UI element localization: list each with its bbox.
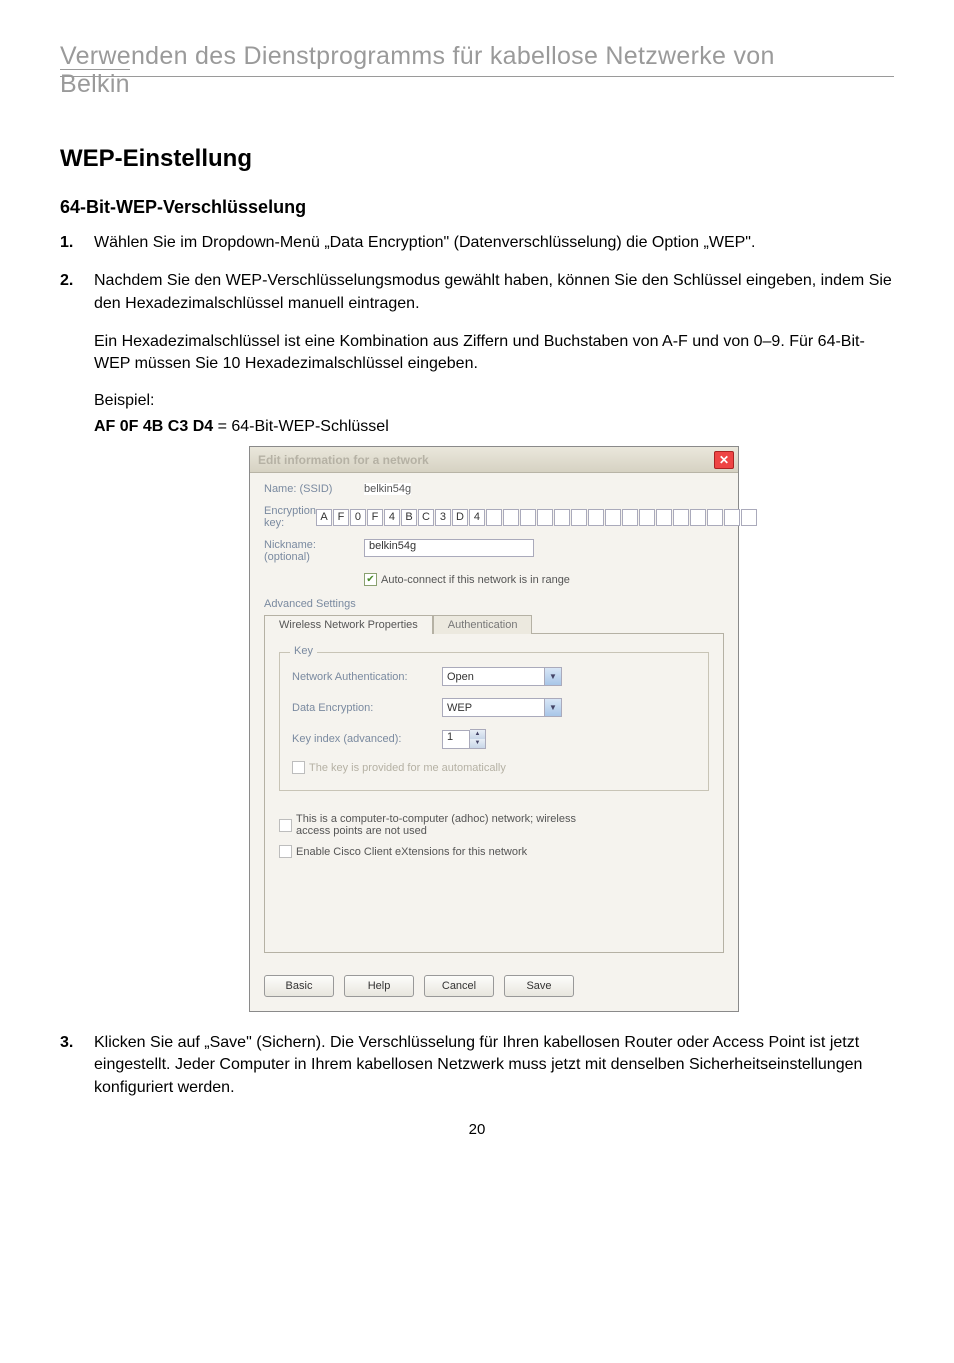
- spinner-up-icon[interactable]: ▲: [470, 730, 485, 739]
- encryption-key-cell[interactable]: [503, 509, 519, 526]
- ssid-label: Name: (SSID): [264, 483, 364, 495]
- nickname-optional: (optional): [264, 551, 310, 563]
- data-encryption-label: Data Encryption:: [292, 702, 442, 714]
- encryption-key-cell[interactable]: C: [418, 509, 434, 526]
- dialog-title: Edit information for a network: [258, 453, 429, 467]
- network-auth-label: Network Authentication:: [292, 671, 442, 683]
- hex-paragraph: Ein Hexadezimalschlüssel ist eine Kombin…: [94, 331, 894, 376]
- encryption-key-cell[interactable]: [605, 509, 621, 526]
- section-heading: WEP-Einstellung: [60, 145, 894, 173]
- network-auth-value: Open: [447, 671, 474, 683]
- encryption-key-cell[interactable]: F: [367, 509, 383, 526]
- dialog-titlebar: Edit information for a network ✕: [250, 447, 738, 473]
- encryption-key-cell[interactable]: D: [452, 509, 468, 526]
- encryption-key-cell[interactable]: A: [316, 509, 332, 526]
- encryption-key-cell[interactable]: [571, 509, 587, 526]
- encryption-key-cell[interactable]: [673, 509, 689, 526]
- key-rest: = 64-Bit-WEP-Schlüssel: [213, 418, 389, 435]
- save-button[interactable]: Save: [504, 975, 574, 997]
- encryption-key-cell[interactable]: [554, 509, 570, 526]
- encryption-key-cell[interactable]: [537, 509, 553, 526]
- encryption-key-cell[interactable]: 0: [350, 509, 366, 526]
- nickname-input[interactable]: belkin54g: [364, 539, 534, 557]
- key-index-spinner[interactable]: 1 ▲ ▼: [442, 729, 486, 749]
- key-group-title: Key: [290, 645, 317, 657]
- adhoc-checkbox[interactable]: [279, 819, 292, 832]
- key-definition: AF 0F 4B C3 D4 = 64-Bit-WEP-Schlüssel: [94, 418, 894, 436]
- key-index-label: Key index (advanced):: [292, 733, 442, 745]
- page-header-sub: Belkin: [60, 69, 130, 99]
- subheading: 64-Bit-WEP-Verschlüsselung: [60, 197, 894, 218]
- encryption-key-cell[interactable]: 4: [384, 509, 400, 526]
- chevron-down-icon: ▼: [544, 668, 561, 685]
- key-group: Key Network Authentication: Open ▼ Data …: [279, 652, 709, 791]
- encryption-key-cell[interactable]: [622, 509, 638, 526]
- autoconnect-label: Auto-connect if this network is in range: [381, 574, 570, 586]
- encryption-key-cell[interactable]: 4: [469, 509, 485, 526]
- step-number-2: 2.: [60, 270, 94, 315]
- edit-network-dialog: Edit information for a network ✕ Name: (…: [249, 446, 739, 1012]
- tab-wireless-properties[interactable]: Wireless Network Properties: [264, 615, 433, 634]
- encryption-key-cell[interactable]: [724, 509, 740, 526]
- chevron-down-icon: ▼: [544, 699, 561, 716]
- encryption-key-cell[interactable]: [588, 509, 604, 526]
- cisco-label: Enable Cisco Client eXtensions for this …: [296, 846, 527, 858]
- adhoc-label: This is a computer-to-computer (adhoc) n…: [296, 813, 606, 837]
- encryption-key-cell[interactable]: [486, 509, 502, 526]
- step-number-3: 3.: [60, 1032, 94, 1099]
- encryption-key-input[interactable]: AF0F4BC3D4: [316, 509, 757, 526]
- header-divider: [60, 76, 894, 77]
- encryption-key-cell[interactable]: [741, 509, 757, 526]
- data-encryption-select[interactable]: WEP ▼: [442, 698, 562, 717]
- example-label: Beispiel:: [94, 390, 894, 412]
- encryption-key-cell[interactable]: F: [333, 509, 349, 526]
- spinner-down-icon[interactable]: ▼: [470, 739, 485, 748]
- step-text-2: Nachdem Sie den WEP-Verschlüsselungsmodu…: [94, 270, 894, 315]
- encryption-key-cell[interactable]: [520, 509, 536, 526]
- key-bold: AF 0F 4B C3 D4: [94, 418, 213, 435]
- page-header-title: Verwenden des Dienstprogramms für kabell…: [60, 40, 894, 74]
- basic-button[interactable]: Basic: [264, 975, 334, 997]
- step-number-1: 1.: [60, 232, 94, 254]
- close-button[interactable]: ✕: [714, 451, 734, 469]
- close-icon: ✕: [719, 453, 729, 467]
- tab-authentication[interactable]: Authentication: [433, 615, 533, 634]
- encryption-key-cell[interactable]: [639, 509, 655, 526]
- cisco-checkbox[interactable]: [279, 845, 292, 858]
- page-number: 20: [60, 1121, 894, 1138]
- autoconnect-checkbox[interactable]: ✔: [364, 573, 377, 586]
- help-button[interactable]: Help: [344, 975, 414, 997]
- cancel-button[interactable]: Cancel: [424, 975, 494, 997]
- encryption-key-cell[interactable]: [707, 509, 723, 526]
- encryption-key-cell[interactable]: B: [401, 509, 417, 526]
- step-text-3: Klicken Sie auf „Save" (Sichern). Die Ve…: [94, 1032, 894, 1099]
- autokey-label: The key is provided for me automatically: [309, 762, 506, 774]
- step-text-1: Wählen Sie im Dropdown-Menü „Data Encryp…: [94, 232, 894, 254]
- encryption-key-cell[interactable]: [656, 509, 672, 526]
- ssid-value: belkin54g: [364, 483, 411, 495]
- autokey-checkbox[interactable]: [292, 761, 305, 774]
- advanced-settings-label: Advanced Settings: [264, 598, 724, 610]
- encryption-key-cell[interactable]: [690, 509, 706, 526]
- encryption-key-cell[interactable]: 3: [435, 509, 451, 526]
- data-encryption-value: WEP: [447, 702, 472, 714]
- nickname-label: Nickname: (optional): [264, 539, 364, 563]
- encryption-key-label: Encryption key:: [264, 505, 316, 529]
- tab-panel: Key Network Authentication: Open ▼ Data …: [264, 633, 724, 953]
- key-index-value: 1: [442, 730, 470, 749]
- network-auth-select[interactable]: Open ▼: [442, 667, 562, 686]
